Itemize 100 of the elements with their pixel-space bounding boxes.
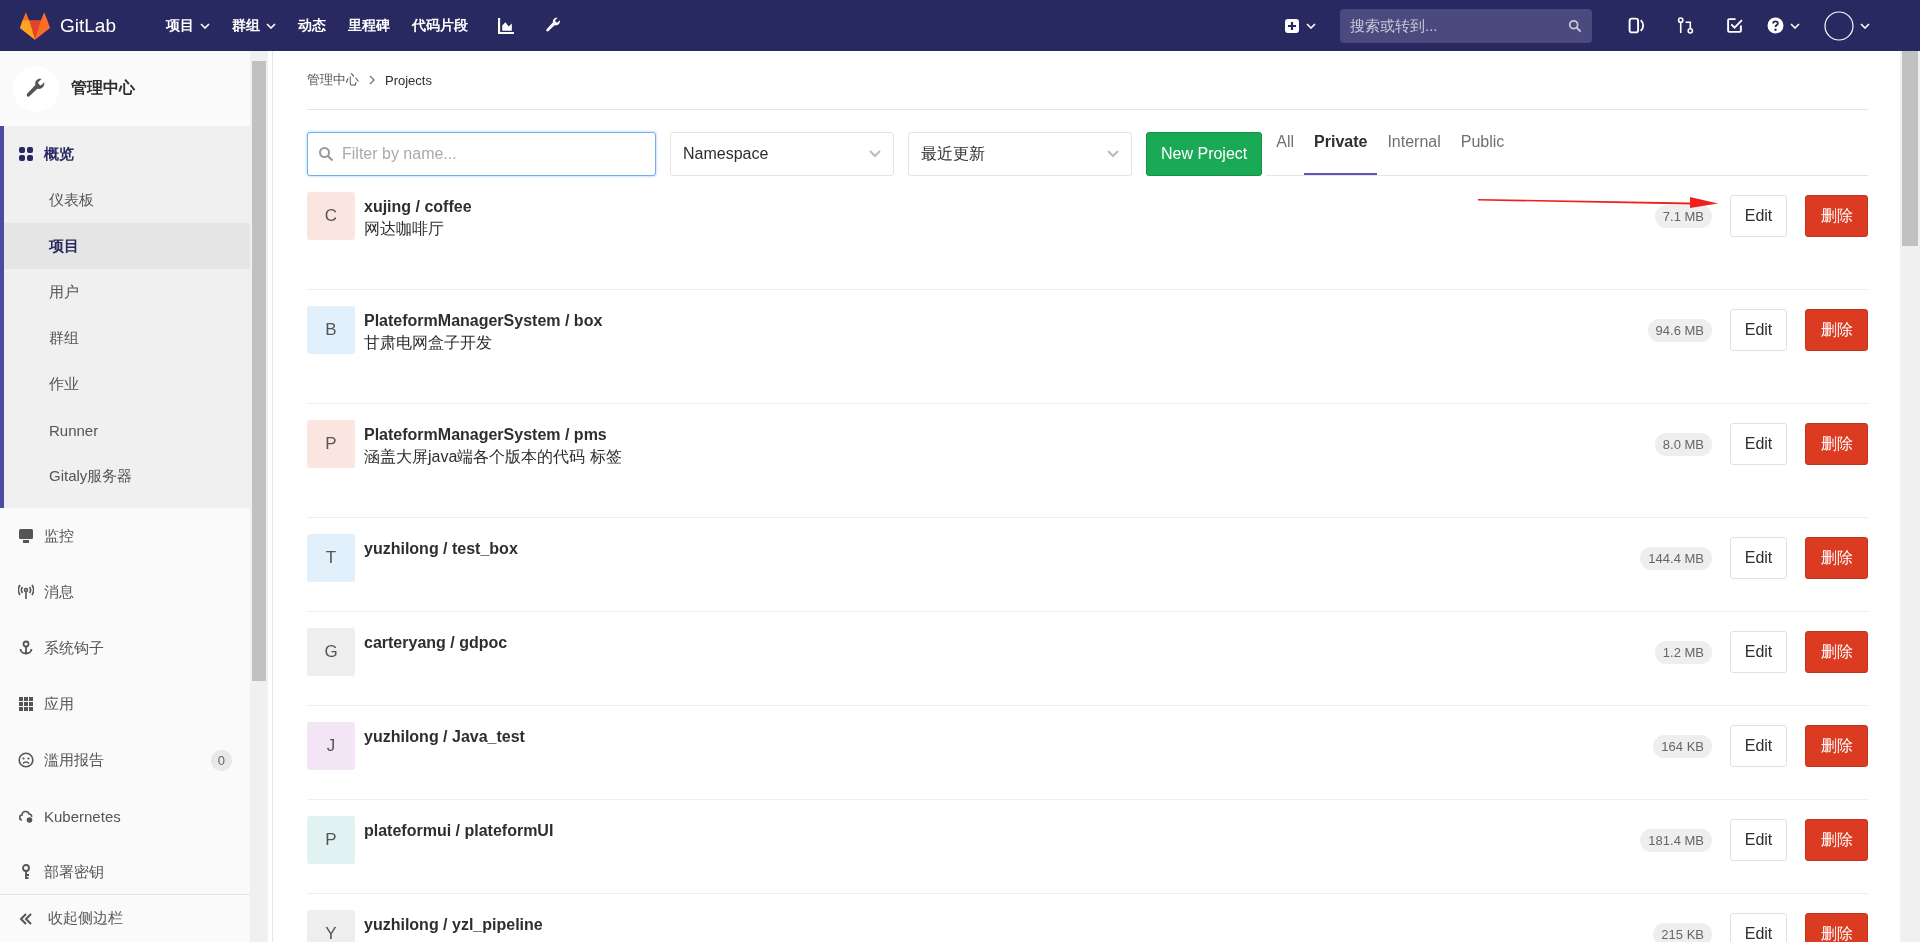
edit-button[interactable]: Edit: [1730, 725, 1787, 767]
storage-size-badge: 8.0 MB: [1654, 432, 1712, 456]
nav-menu-item[interactable]: 群组: [232, 16, 276, 35]
project-avatar[interactable]: B: [307, 306, 355, 354]
delete-button[interactable]: 删除: [1805, 819, 1868, 861]
delete-button[interactable]: 删除: [1805, 195, 1868, 237]
sidebar-scrollbar[interactable]: [250, 51, 268, 942]
monitor-icon: [18, 528, 34, 544]
edit-button[interactable]: Edit: [1730, 309, 1787, 351]
grid-dots-icon: [18, 146, 34, 162]
project-avatar[interactable]: P: [307, 816, 355, 864]
edit-button[interactable]: Edit: [1730, 195, 1787, 237]
nav-menu-item[interactable]: 项目: [166, 16, 210, 35]
project-name-link[interactable]: xujing / coffee: [364, 198, 472, 216]
sidebar-item[interactable]: 部署密钥: [0, 844, 250, 894]
sidebar-subitem[interactable]: 仪表板: [4, 177, 250, 223]
caret-icon[interactable]: [1860, 22, 1870, 29]
edit-button[interactable]: Edit: [1730, 913, 1787, 942]
sidebar-subitem[interactable]: 作业: [4, 361, 250, 407]
merge-request-icon[interactable]: [1677, 17, 1694, 34]
cloud-gear-icon: [18, 808, 34, 824]
panel-toggle-icon[interactable]: [1628, 17, 1645, 34]
help-dropdown[interactable]: [1767, 17, 1800, 34]
caret-icon[interactable]: [1306, 22, 1316, 29]
delete-button[interactable]: 删除: [1805, 309, 1868, 351]
delete-button[interactable]: 删除: [1805, 913, 1868, 942]
project-avatar[interactable]: P: [307, 420, 355, 468]
filter-tab[interactable]: Private: [1304, 131, 1378, 175]
breadcrumb-link[interactable]: Projects: [385, 72, 432, 88]
project-avatar[interactable]: C: [307, 192, 355, 240]
sidebar-item[interactable]: 消息: [0, 564, 250, 620]
help-icon[interactable]: [1767, 17, 1784, 34]
delete-button[interactable]: 删除: [1805, 631, 1868, 673]
delete-button[interactable]: 删除: [1805, 725, 1868, 767]
sidebar-item[interactable]: 滥用报告 0: [0, 732, 250, 788]
project-avatar[interactable]: T: [307, 534, 355, 582]
project-name-link[interactable]: yuzhilong / Java_test: [364, 728, 525, 746]
project-name-link[interactable]: carteryang / gdpoc: [364, 634, 508, 652]
count-badge: 0: [210, 749, 232, 771]
storage-size-badge: 94.6 MB: [1647, 318, 1712, 342]
sidebar-subitem[interactable]: 用户: [4, 269, 250, 315]
project-name-link[interactable]: PlateformManagerSystem / pms: [364, 426, 607, 444]
sidebar-item[interactable]: 应用: [0, 676, 250, 732]
double-chevron-left-icon[interactable]: [18, 910, 34, 927]
edit-button[interactable]: Edit: [1730, 537, 1787, 579]
project-name-link[interactable]: PlateformManagerSystem / box: [364, 312, 603, 330]
project-name-link[interactable]: yuzhilong / yzl_pipeline: [364, 916, 543, 934]
caret-icon[interactable]: [200, 22, 210, 29]
search-icon[interactable]: [1568, 18, 1582, 33]
plus-icon[interactable]: [1284, 17, 1300, 34]
sidebar-subitem[interactable]: 项目: [4, 223, 250, 269]
project-name-link[interactable]: yuzhilong / test_box: [364, 540, 518, 558]
sidebar-item[interactable]: Kubernetes: [0, 788, 250, 844]
page-scrollbar[interactable]: [1900, 51, 1920, 942]
breadcrumb-link[interactable]: 管理中心: [307, 71, 359, 89]
project-avatar[interactable]: J: [307, 722, 355, 770]
brand-name[interactable]: GitLab: [60, 14, 116, 37]
new-item-dropdown[interactable]: [1284, 17, 1316, 34]
sidebar-item[interactable]: 概览: [4, 131, 250, 177]
sidebar-title[interactable]: 管理中心: [71, 78, 135, 99]
sidebar-item[interactable]: 系统钩子: [0, 620, 250, 676]
edit-button[interactable]: Edit: [1730, 631, 1787, 673]
project-avatar[interactable]: Y: [307, 910, 355, 942]
sidebar-subitem[interactable]: Runner: [4, 407, 250, 453]
fox-logo-icon[interactable]: [20, 11, 50, 40]
user-avatar-dropdown[interactable]: [1824, 10, 1870, 41]
antenna-icon: [18, 584, 34, 600]
sidebar-subitem[interactable]: 群组: [4, 315, 250, 361]
filter-search-field[interactable]: Filter by name...: [307, 132, 656, 176]
bar-chart-icon[interactable]: [498, 17, 515, 34]
caret-icon[interactable]: [1790, 22, 1800, 29]
sidebar-item[interactable]: 监控: [0, 508, 250, 564]
filter-tab[interactable]: Internal: [1377, 131, 1451, 175]
wrench-icon[interactable]: [545, 17, 562, 34]
caret-icon[interactable]: [266, 22, 276, 29]
nav-menu-item[interactable]: 代码片段: [412, 16, 468, 35]
edit-button[interactable]: Edit: [1730, 423, 1787, 465]
avatar-circle-icon[interactable]: [1824, 10, 1854, 41]
delete-button[interactable]: 删除: [1805, 537, 1868, 579]
project-description: 涵盖大屏java端各个版本的代码 标签: [364, 447, 622, 467]
sort-dropdown[interactable]: 最近更新: [908, 132, 1132, 176]
project-avatar[interactable]: G: [307, 628, 355, 676]
storage-size-badge: 215 KB: [1653, 922, 1712, 942]
nav-menu-item[interactable]: 里程碑: [348, 16, 390, 35]
filter-tab[interactable]: All: [1266, 131, 1305, 175]
search-field[interactable]: 搜索或转到...: [1340, 8, 1592, 43]
apps-grid-icon: [18, 696, 34, 712]
project-description: 甘肃电网盒子开发: [364, 333, 492, 353]
sidebar-subitem[interactable]: Gitaly服务器: [4, 453, 250, 499]
delete-button[interactable]: 删除: [1805, 423, 1868, 465]
nav-menu-item[interactable]: 动态: [298, 16, 326, 35]
edit-button[interactable]: Edit: [1730, 819, 1787, 861]
todo-check-icon[interactable]: [1726, 17, 1743, 34]
project-name-link[interactable]: plateformui / plateformUI: [364, 822, 554, 840]
storage-size-badge: 181.4 MB: [1640, 828, 1712, 852]
storage-size-badge: 164 KB: [1653, 734, 1712, 758]
namespace-dropdown[interactable]: Namespace: [670, 132, 894, 176]
project-description: 网达咖啡厅: [364, 219, 444, 239]
sad-face-icon: [18, 752, 34, 768]
filter-tab[interactable]: Public: [1450, 131, 1515, 175]
